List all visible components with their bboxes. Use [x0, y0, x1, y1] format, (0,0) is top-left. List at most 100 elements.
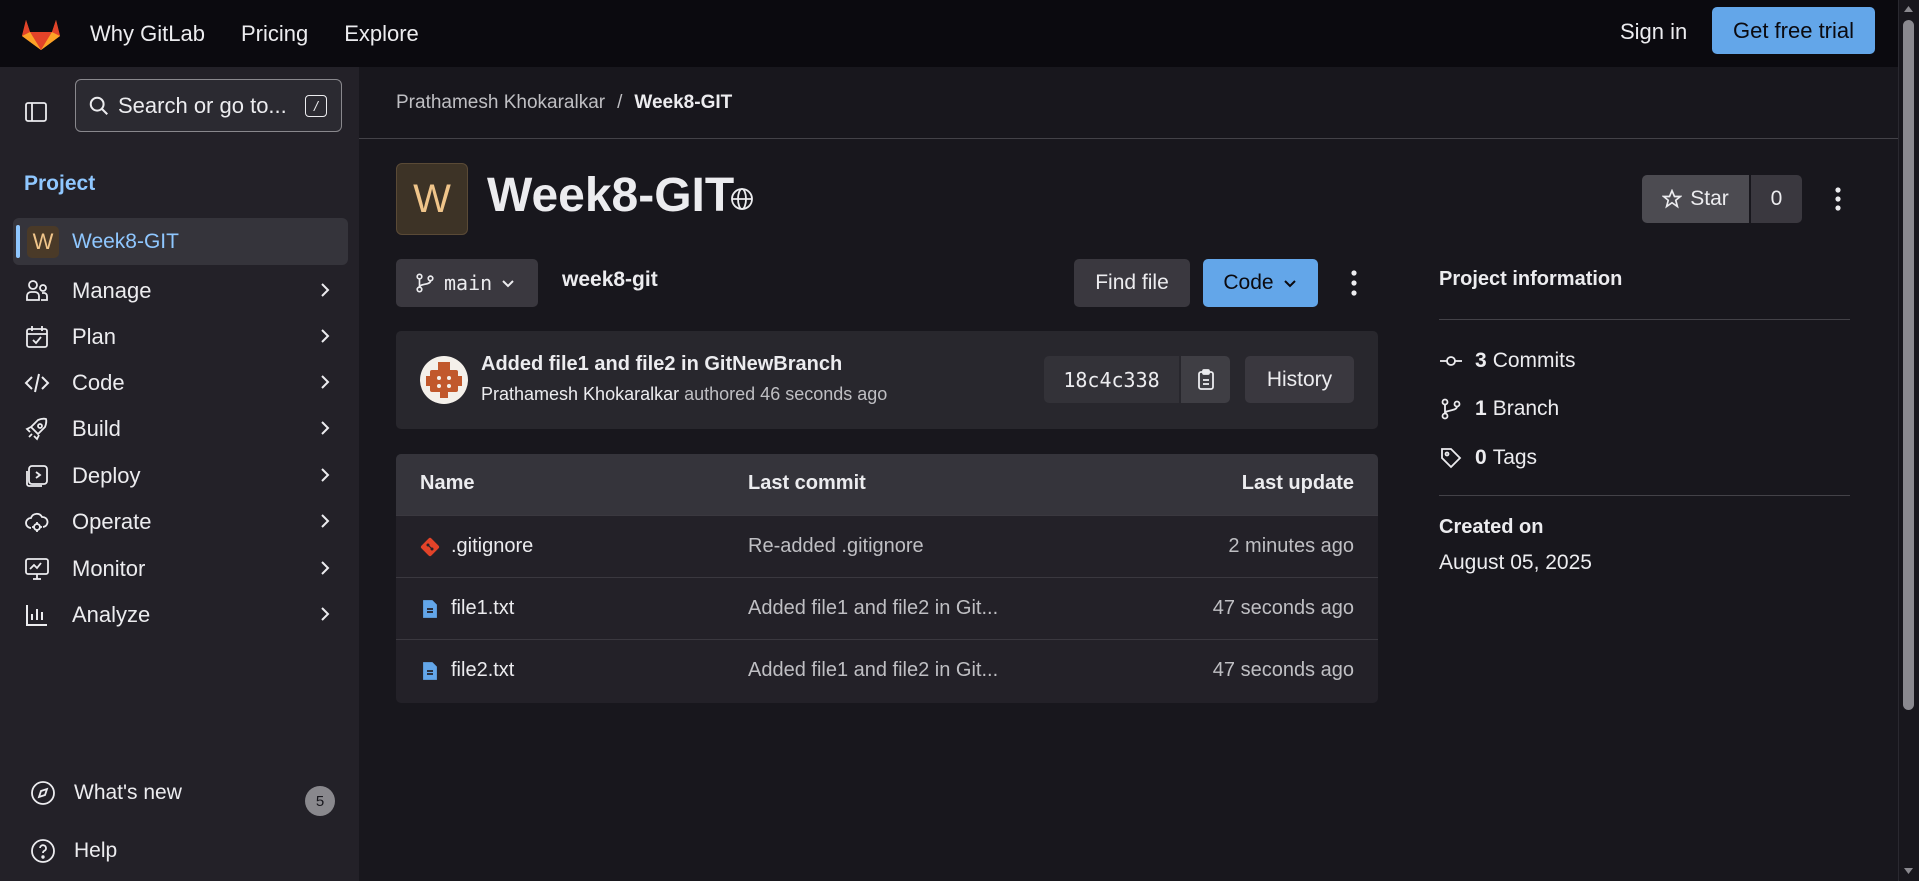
tags-link[interactable]: 0 Tags: [1439, 446, 1537, 470]
commit-title-link[interactable]: Added file1 and file2 in GitNewBranch: [481, 353, 842, 376]
get-free-trial-button[interactable]: Get free trial: [1712, 7, 1875, 54]
file-last-commit-link[interactable]: Re-added .gitignore: [748, 535, 924, 558]
sidebar-item-label: Monitor: [72, 556, 146, 581]
chevron-right-icon: [321, 421, 330, 435]
project-avatar: W: [396, 163, 468, 235]
sidebar-item-analyze[interactable]: Analyze: [24, 595, 334, 635]
breadcrumb-owner[interactable]: Prathamesh Khokaralkar: [396, 92, 605, 114]
file-name-link[interactable]: file1.txt: [451, 597, 514, 620]
sign-in-link[interactable]: Sign in: [1620, 19, 1687, 45]
last-commit-card: Added file1 and file2 in GitNewBranch Pr…: [396, 331, 1378, 429]
clipboard-icon: [1197, 368, 1214, 390]
page-title: Week8-GIT: [487, 169, 735, 222]
sidebar-item-monitor[interactable]: Monitor: [24, 549, 334, 589]
repo-more-actions-icon[interactable]: [1342, 268, 1366, 298]
sidebar-item-plan[interactable]: Plan: [24, 317, 334, 357]
code-dropdown-button[interactable]: Code: [1203, 259, 1318, 307]
compass-icon: [31, 781, 55, 805]
top-nav: Why GitLab Pricing Explore: [90, 0, 419, 67]
sidebar-item-label: Manage: [72, 278, 152, 303]
table-row[interactable]: .gitignore Re-added .gitignore 2 minutes…: [396, 515, 1378, 577]
star-count[interactable]: 0: [1751, 175, 1802, 223]
sidebar-item-manage[interactable]: Manage: [24, 271, 334, 311]
star-button[interactable]: Star: [1642, 175, 1749, 223]
sidebar-item-build[interactable]: Build: [24, 409, 334, 449]
sidebar-item-project[interactable]: W Week8-GIT: [13, 218, 348, 265]
sidebar-item-label: Operate: [72, 509, 152, 534]
chevron-right-icon: [321, 329, 330, 343]
branch-label: Branch: [1492, 397, 1560, 420]
branch-selector[interactable]: main: [396, 259, 538, 307]
breadcrumb: Prathamesh Khokaralkar / Week8-GIT: [396, 92, 732, 114]
search-shortcut-key: /: [305, 95, 327, 117]
commit-sha-group: 18c4c338: [1044, 356, 1230, 403]
rocket-icon: [25, 417, 48, 441]
scrollbar-thumb[interactable]: [1903, 20, 1914, 710]
chevron-right-icon: [321, 468, 330, 482]
created-on-label: Created on: [1439, 516, 1544, 538]
help-link[interactable]: Help: [30, 838, 117, 864]
sidebar-item-label: Deploy: [72, 463, 141, 488]
commit-meta: Prathamesh Khokaralkar authored 46 secon…: [481, 384, 887, 405]
file-last-commit-link[interactable]: Added file1 and file2 in Git...: [748, 659, 998, 682]
sidebar-item-deploy[interactable]: Deploy: [24, 456, 334, 496]
chevron-down-icon: [1283, 280, 1296, 288]
branch-name: main: [444, 271, 493, 295]
chevron-right-icon: [321, 283, 330, 297]
commit-sha[interactable]: 18c4c338: [1044, 356, 1179, 403]
search-input[interactable]: Search or go to... /: [75, 79, 342, 132]
more-actions-icon[interactable]: [1826, 185, 1850, 213]
author-avatar[interactable]: [420, 356, 468, 404]
branches-link[interactable]: 1 Branch: [1439, 397, 1559, 421]
nav-explore[interactable]: Explore: [344, 21, 419, 47]
top-bar: Why GitLab Pricing Explore Sign in Get f…: [0, 0, 1919, 67]
breadcrumb-project[interactable]: Week8-GIT: [634, 92, 732, 114]
find-file-button[interactable]: Find file: [1074, 259, 1190, 307]
git-icon: [420, 537, 440, 557]
sidebar-item-operate[interactable]: Operate: [24, 502, 334, 542]
table-row[interactable]: file1.txt Added file1 and file2 in Git..…: [396, 577, 1378, 639]
nav-why-gitlab[interactable]: Why GitLab: [90, 21, 205, 47]
branch-count: 1: [1475, 397, 1487, 420]
chart-icon: [26, 605, 47, 626]
copy-sha-button[interactable]: [1181, 356, 1230, 403]
whats-new-link[interactable]: What's new: [30, 780, 182, 806]
chevron-right-icon: [321, 561, 330, 575]
chevron-down-icon: [502, 280, 514, 288]
tags-label: Tags: [1492, 446, 1538, 469]
table-header: Name Last commit Last update: [396, 454, 1378, 515]
created-on-value: August 05, 2025: [1439, 551, 1592, 574]
sidebar-toggle-icon[interactable]: [24, 100, 48, 124]
nav-pricing[interactable]: Pricing: [241, 21, 308, 47]
sidebar-item-label: Plan: [72, 324, 117, 349]
file-last-commit-link[interactable]: Added file1 and file2 in Git...: [748, 597, 998, 620]
divider: [1439, 319, 1850, 320]
star-group: Star 0: [1642, 175, 1802, 223]
table-row[interactable]: file2.txt Added file1 and file2 in Git..…: [396, 639, 1378, 701]
globe-icon: [731, 188, 753, 210]
breadcrumb-separator: /: [617, 92, 623, 113]
cloud-icon: [25, 512, 49, 532]
users-icon: [26, 280, 48, 301]
divider: [1439, 495, 1850, 496]
code-icon: [24, 373, 50, 393]
commits-link[interactable]: 3 Commits: [1439, 349, 1576, 373]
star-icon: [1662, 189, 1683, 209]
whats-new-label: What's new: [74, 781, 182, 804]
code-button-label: Code: [1223, 271, 1274, 294]
repo-path[interactable]: week8-git: [562, 268, 658, 292]
monitor-icon: [25, 558, 49, 580]
scroll-down-icon[interactable]: [1903, 866, 1914, 876]
history-button[interactable]: History: [1245, 356, 1354, 403]
sidebar-item-label: Build: [72, 416, 121, 441]
scroll-up-icon[interactable]: [1903, 4, 1914, 14]
sidebar-item-code[interactable]: Code: [24, 363, 334, 403]
file-icon: [423, 600, 437, 618]
file-name-link[interactable]: .gitignore: [451, 535, 533, 558]
gitlab-logo-icon[interactable]: [20, 12, 62, 52]
file-name-link[interactable]: file2.txt: [451, 659, 514, 682]
sidebar-item-label: Code: [72, 370, 125, 395]
star-label: Star: [1690, 187, 1729, 210]
file-last-update: 47 seconds ago: [1212, 659, 1354, 681]
commit-author-link[interactable]: Prathamesh Khokaralkar: [481, 384, 679, 404]
